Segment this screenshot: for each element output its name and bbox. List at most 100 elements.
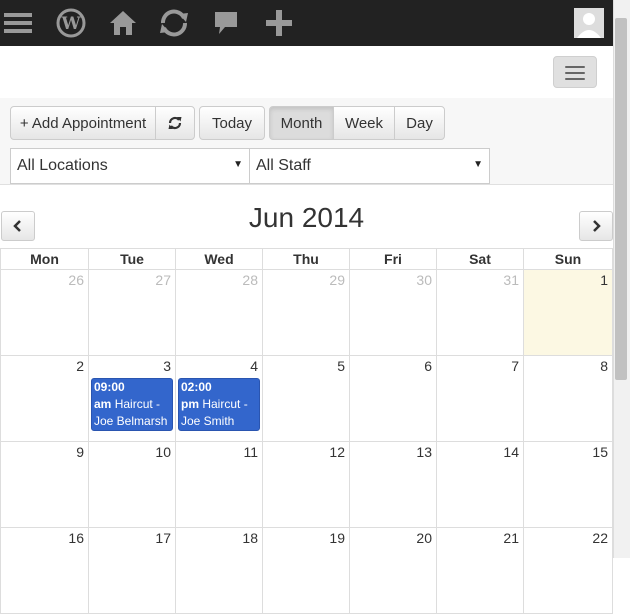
day-number: 1 xyxy=(600,272,608,288)
weekday-header: Sun xyxy=(523,248,613,270)
appointment-event[interactable]: 02:00 pm Haircut - Joe Smith xyxy=(178,378,260,431)
week-view-button[interactable]: Week xyxy=(333,106,395,140)
nav-toggle-button[interactable] xyxy=(553,56,597,88)
calendar-day-cell[interactable]: 31 xyxy=(436,269,524,356)
weekday-header-row: Mon Tue Wed Thu Fri Sat Sun xyxy=(0,248,613,270)
calendar-day-cell[interactable]: 17 xyxy=(88,527,176,614)
calendar-day-cell[interactable]: 21 xyxy=(436,527,524,614)
day-number: 11 xyxy=(243,444,258,460)
refresh-icon xyxy=(168,116,182,130)
day-number: 6 xyxy=(424,358,432,374)
calendar-day-cell[interactable]: 26 xyxy=(0,269,89,356)
calendar-day-cell[interactable]: 6 xyxy=(349,355,437,442)
calendar-day-cell[interactable]: 14 xyxy=(436,441,524,528)
day-number: 4 xyxy=(250,358,258,374)
add-appointment-button[interactable]: + Add Appointment xyxy=(10,106,156,140)
calendar-day-cell[interactable]: 1 xyxy=(523,269,613,356)
dropdown-arrow-icon: ▼ xyxy=(233,159,243,170)
next-month-button[interactable] xyxy=(579,211,613,241)
calendar-day-cell[interactable]: 5 xyxy=(262,355,350,442)
day-number: 12 xyxy=(329,444,345,460)
refresh-calendar-button[interactable] xyxy=(155,106,195,140)
day-number: 29 xyxy=(329,272,345,288)
calendar-day-cell[interactable]: 15 xyxy=(523,441,613,528)
day-number: 31 xyxy=(503,272,519,288)
day-number: 14 xyxy=(503,444,519,460)
day-number: 8 xyxy=(600,358,608,374)
menu-icon[interactable] xyxy=(0,0,36,46)
today-button[interactable]: Today xyxy=(199,106,265,140)
day-number: 5 xyxy=(337,358,345,374)
weekday-header: Thu xyxy=(262,248,350,270)
calendar-day-cell[interactable]: 29 xyxy=(262,269,350,356)
hamburger-line-icon xyxy=(565,66,585,68)
day-number: 28 xyxy=(242,272,258,288)
day-number: 9 xyxy=(76,444,84,460)
calendar-day-cell[interactable]: 3 09:00 am Haircut - Joe Belmarsh xyxy=(88,355,176,442)
plus-icon[interactable] xyxy=(263,0,295,46)
svg-text:W: W xyxy=(60,14,81,34)
day-number: 18 xyxy=(242,530,258,546)
hamburger-line-icon xyxy=(565,78,585,80)
calendar-title: Jun 2014 xyxy=(248,202,365,233)
calendar-day-cell[interactable]: 8 xyxy=(523,355,613,442)
navigation-row xyxy=(0,46,613,99)
weekday-header: Wed xyxy=(175,248,263,270)
day-number: 21 xyxy=(503,530,519,546)
day-number: 13 xyxy=(416,444,432,460)
calendar-day-cell[interactable]: 28 xyxy=(175,269,263,356)
refresh-icon[interactable] xyxy=(155,0,193,46)
location-select[interactable]: All Locations ▼ xyxy=(10,148,250,184)
calendar-day-cell[interactable]: 2 xyxy=(0,355,89,442)
day-number: 3 xyxy=(163,358,171,374)
hamburger-line-icon xyxy=(565,72,585,74)
staff-select[interactable]: All Staff ▼ xyxy=(249,148,490,184)
calendar-day-cell[interactable]: 16 xyxy=(0,527,89,614)
calendar-day-cell[interactable]: 12 xyxy=(262,441,350,528)
calendar-day-cell[interactable]: 13 xyxy=(349,441,437,528)
calendar-day-cell[interactable]: 27 xyxy=(88,269,176,356)
calendar-day-cell[interactable]: 11 xyxy=(175,441,263,528)
weekday-header: Mon xyxy=(0,248,89,270)
staff-select-value: All Staff xyxy=(256,157,311,174)
scrollbar-thumb[interactable] xyxy=(615,18,627,380)
calendar-day-cell[interactable]: 30 xyxy=(349,269,437,356)
event-time-period: am xyxy=(94,397,112,411)
day-number: 10 xyxy=(155,444,171,460)
calendar-day-cell[interactable]: 18 xyxy=(175,527,263,614)
calendar-day-cell[interactable]: 10 xyxy=(88,441,176,528)
calendar-day-cell[interactable]: 20 xyxy=(349,527,437,614)
day-number: 26 xyxy=(68,272,84,288)
calendar-week-row: 9 10 11 12 13 14 15 xyxy=(0,441,613,528)
event-time: 02:00 xyxy=(181,380,212,394)
calendar-day-cell[interactable]: 7 xyxy=(436,355,524,442)
day-number: 19 xyxy=(329,530,345,546)
month-calendar-grid: Mon Tue Wed Thu Fri Sat Sun 26 27 28 29 30 31 1 2 3 09:… xyxy=(0,248,613,614)
weekday-header: Fri xyxy=(349,248,437,270)
calendar-day-cell[interactable]: 9 xyxy=(0,441,89,528)
weekday-header: Tue xyxy=(88,248,176,270)
comment-icon[interactable] xyxy=(212,0,240,46)
location-select-value: All Locations xyxy=(17,157,108,174)
event-time-period: pm xyxy=(181,397,199,411)
user-avatar-icon[interactable] xyxy=(574,0,604,46)
calendar-week-row: 2 3 09:00 am Haircut - Joe Belmarsh 4 02:00 pm… xyxy=(0,355,613,442)
dropdown-arrow-icon: ▼ xyxy=(473,159,483,170)
day-number: 17 xyxy=(155,530,171,546)
day-number: 27 xyxy=(155,272,171,288)
day-view-button[interactable]: Day xyxy=(394,106,445,140)
admin-bar: W xyxy=(0,0,630,46)
appointment-event[interactable]: 09:00 am Haircut - Joe Belmarsh xyxy=(91,378,173,431)
calendar-day-cell[interactable]: 22 xyxy=(523,527,613,614)
month-view-button[interactable]: Month xyxy=(269,106,334,140)
calendar-day-cell[interactable]: 4 02:00 pm Haircut - Joe Smith xyxy=(175,355,263,442)
calendar-day-cell[interactable]: 19 xyxy=(262,527,350,614)
chevron-right-icon xyxy=(593,220,601,232)
calendar-week-row: 26 27 28 29 30 31 1 xyxy=(0,269,613,356)
weekday-header: Sat xyxy=(436,248,524,270)
wordpress-icon[interactable]: W xyxy=(54,0,88,46)
day-number: 16 xyxy=(68,530,84,546)
home-icon[interactable] xyxy=(106,0,140,46)
day-number: 20 xyxy=(416,530,432,546)
day-number: 22 xyxy=(592,530,608,546)
